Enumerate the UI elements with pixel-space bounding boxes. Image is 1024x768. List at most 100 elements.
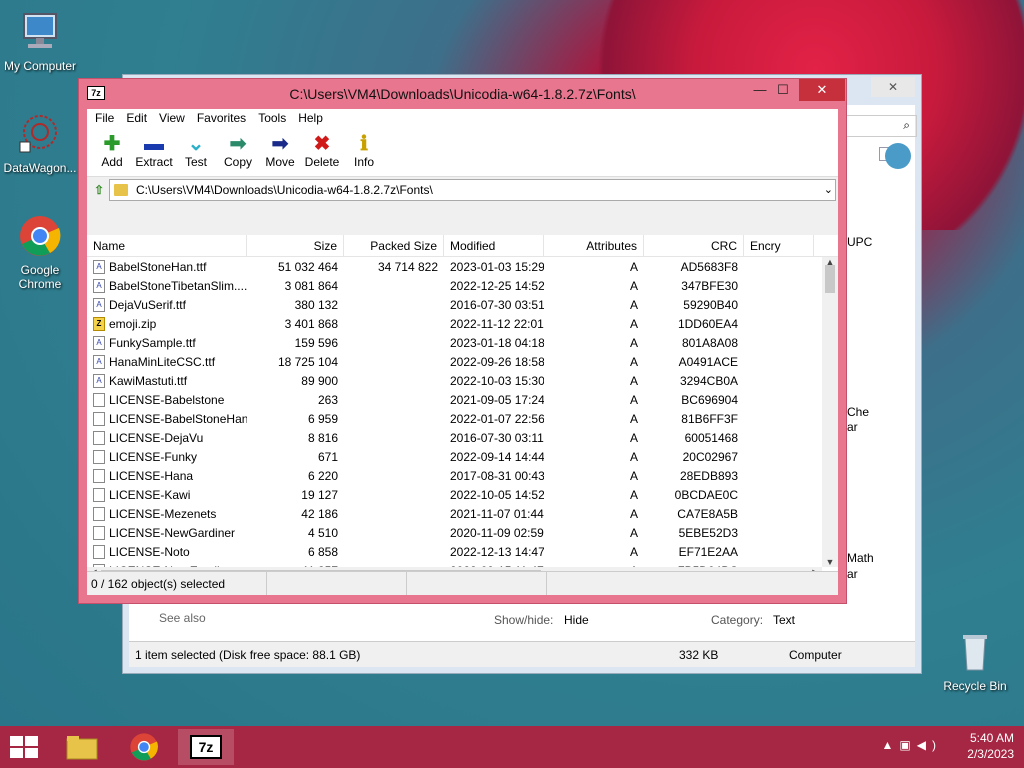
- menu-view[interactable]: View: [153, 109, 191, 129]
- up-folder-button[interactable]: ⇧: [89, 180, 109, 200]
- extract-button[interactable]: ▬ Extract: [133, 129, 175, 176]
- cell-crc: 28EDB893: [679, 468, 738, 483]
- folder-icon: [66, 736, 98, 760]
- file-name: BabelStoneHan.ttf: [109, 259, 207, 274]
- taskbar-google-chrome[interactable]: [116, 729, 172, 765]
- cell-size: 8 816: [307, 430, 338, 445]
- menu-help[interactable]: Help: [292, 109, 329, 129]
- table-row[interactable]: LICENSE-NewGardiner 4 510 2020-11-09 02:59…: [87, 523, 822, 542]
- cell-size: 6 858: [307, 544, 338, 559]
- text-file-icon: [93, 506, 105, 521]
- add-button[interactable]: ✚ Add: [91, 129, 133, 176]
- volume-icon[interactable]: ◀): [917, 738, 942, 752]
- table-row[interactable]: LICENSE-DejaVu 8 816 2016-07-30 03:11 A 6005…: [87, 428, 822, 447]
- cell-crc: 60051468: [684, 430, 738, 445]
- system-tray-icons[interactable]: ▲▣◀): [882, 738, 942, 752]
- bg-status-size: 332 KB: [679, 648, 719, 662]
- menu-edit[interactable]: Edit: [120, 109, 153, 129]
- bg-search-input[interactable]: ⌕: [845, 115, 917, 137]
- col-crc[interactable]: CRC: [644, 235, 744, 256]
- move-button[interactable]: ➡ Move: [259, 129, 301, 176]
- status-cell-4: [547, 572, 838, 595]
- info-label: Info: [353, 155, 374, 169]
- 7zip-window[interactable]: 7z C:\Users\VM4\Downloads\Unicodia-w64-1…: [78, 78, 847, 604]
- cell-modified: 2022-12-13 14:47: [450, 544, 544, 559]
- bg-ar-text: ar: [847, 420, 858, 434]
- network-icon[interactable]: ▣: [899, 738, 916, 752]
- table-row[interactable]: LICENSE-Kawi 19 127 2022-10-05 14:52 A 0BCDA…: [87, 485, 822, 504]
- maximize-button[interactable]: ☐: [769, 79, 797, 101]
- cell-size: 380 132: [294, 297, 338, 312]
- cell-crc: EF71E2AA: [678, 544, 738, 559]
- table-row[interactable]: LICENSE-Noto 6 858 2022-12-13 14:47 A EF71E2…: [87, 542, 822, 561]
- title-bar[interactable]: 7z C:\Users\VM4\Downloads\Unicodia-w64-1…: [79, 79, 846, 109]
- file-name: LICENSE-Babelstone: [109, 392, 225, 407]
- file-list[interactable]: Name Size Packed Size Modified Attribute…: [87, 235, 838, 583]
- bg-shell-icon[interactable]: [885, 143, 911, 169]
- cell-attributes: A: [629, 373, 638, 388]
- address-input[interactable]: C:\Users\VM4\Downloads\Unicodia-w64-1.8.…: [109, 179, 836, 201]
- taskbar-7zip[interactable]: 7z: [178, 729, 234, 765]
- copy-arrow-icon: ➡: [229, 133, 247, 155]
- col-packed-size[interactable]: Packed Size: [344, 235, 444, 256]
- table-row[interactable]: LICENSE-BabelStoneHan 6 959 2022-01-07 22:…: [87, 409, 822, 428]
- cell-attributes: A: [629, 449, 638, 464]
- close-button[interactable]: ✕: [799, 79, 845, 101]
- test-button[interactable]: ⌄ Test: [175, 129, 217, 176]
- chevron-down-icon[interactable]: ⌄: [824, 183, 833, 196]
- col-attributes[interactable]: Attributes: [544, 235, 644, 256]
- menu-favorites[interactable]: Favorites: [191, 109, 252, 129]
- extract-label: Extract: [135, 155, 173, 169]
- desktop-icon-my-computer[interactable]: My Computer: [0, 10, 80, 73]
- col-modified[interactable]: Modified: [444, 235, 544, 256]
- menu-file[interactable]: File: [89, 109, 120, 129]
- table-row[interactable]: A BabelStoneHan.ttf 51 032 464 34 714 822 20…: [87, 257, 822, 276]
- delete-button[interactable]: ✖ Delete: [301, 129, 343, 176]
- table-row[interactable]: A BabelStoneTibetanSlim.... 3 081 864 2022-…: [87, 276, 822, 295]
- start-button[interactable]: [10, 736, 40, 758]
- table-row[interactable]: LICENSE-Hana 6 220 2017-08-31 00:43 A 28EDB8…: [87, 466, 822, 485]
- clock[interactable]: 5:40 AM 2/3/2023: [967, 730, 1014, 762]
- vertical-scroll-thumb[interactable]: [825, 265, 835, 293]
- taskbar-file-explorer[interactable]: [54, 729, 110, 765]
- table-row[interactable]: A KawiMastuti.ttf 89 900 2022-10-03 15:30 A 3…: [87, 371, 822, 390]
- cell-name: LICENSE-Hana: [87, 468, 247, 483]
- cell-size: 3 401 868: [284, 316, 338, 331]
- cell-crc: CA7E8A5B: [677, 506, 738, 521]
- vertical-scrollbar[interactable]: ▲ ▼: [822, 257, 838, 567]
- cell-size: 4 510: [307, 525, 338, 540]
- cell-crc: AD5683F8: [680, 259, 738, 274]
- table-row[interactable]: LICENSE-Funky 671 2022-09-14 14:44 A 20C0296…: [87, 447, 822, 466]
- cell-modified: 2022-10-05 14:52: [450, 487, 544, 502]
- bg-che-text: Che: [847, 405, 870, 419]
- cell-modified: 2022-11-12 22:01: [450, 316, 544, 331]
- desktop-icon-datawagon[interactable]: DataWagon...: [0, 112, 80, 175]
- table-row[interactable]: LICENSE-Babelstone 263 2021-09-05 17:24 A BC…: [87, 390, 822, 409]
- table-row[interactable]: LICENSE-Mezenets 42 186 2021-11-07 01:44 A C…: [87, 504, 822, 523]
- menu-tools[interactable]: Tools: [252, 109, 292, 129]
- col-encrypted[interactable]: Encry: [744, 235, 814, 256]
- desktop-icon-label: Recycle Bin: [943, 679, 1007, 693]
- recycle-bin-icon: [963, 635, 987, 671]
- desktop-icon-google-chrome[interactable]: Google Chrome: [0, 214, 80, 291]
- bg-close-button[interactable]: ✕: [871, 77, 915, 97]
- col-size[interactable]: Size: [247, 235, 344, 256]
- info-button[interactable]: ℹ Info: [343, 129, 385, 176]
- cell-attributes: A: [629, 468, 638, 483]
- copy-button[interactable]: ➡ Copy: [217, 129, 259, 176]
- desktop-icon-label: Google Chrome: [18, 263, 62, 291]
- file-name: LICENSE-Kawi: [109, 487, 191, 502]
- show-hidden-icons-icon[interactable]: ▲: [882, 738, 900, 752]
- address-text: C:\Users\VM4\Downloads\Unicodia-w64-1.8.…: [136, 183, 433, 197]
- scroll-down-icon[interactable]: ▼: [822, 557, 838, 567]
- table-row[interactable]: A FunkySample.ttf 159 596 2023-01-18 04:18 A…: [87, 333, 822, 352]
- cell-attributes: A: [629, 544, 638, 559]
- col-name[interactable]: Name: [87, 235, 247, 256]
- 7zip-icon: 7z: [190, 735, 222, 759]
- table-row[interactable]: A DejaVuSerif.ttf 380 132 2016-07-30 03:51 A…: [87, 295, 822, 314]
- cell-name: LICENSE-BabelStoneHan: [87, 411, 247, 426]
- desktop-icon-label: My Computer: [3, 59, 77, 73]
- desktop-icon-recycle-bin[interactable]: Recycle Bin: [935, 630, 1015, 693]
- table-row[interactable]: A HanaMinLiteCSC.ttf 18 725 104 2022-09-26 …: [87, 352, 822, 371]
- table-row[interactable]: Zemoji.zip 3 401 868 2022-11-12 22:01 A 1DD6…: [87, 314, 822, 333]
